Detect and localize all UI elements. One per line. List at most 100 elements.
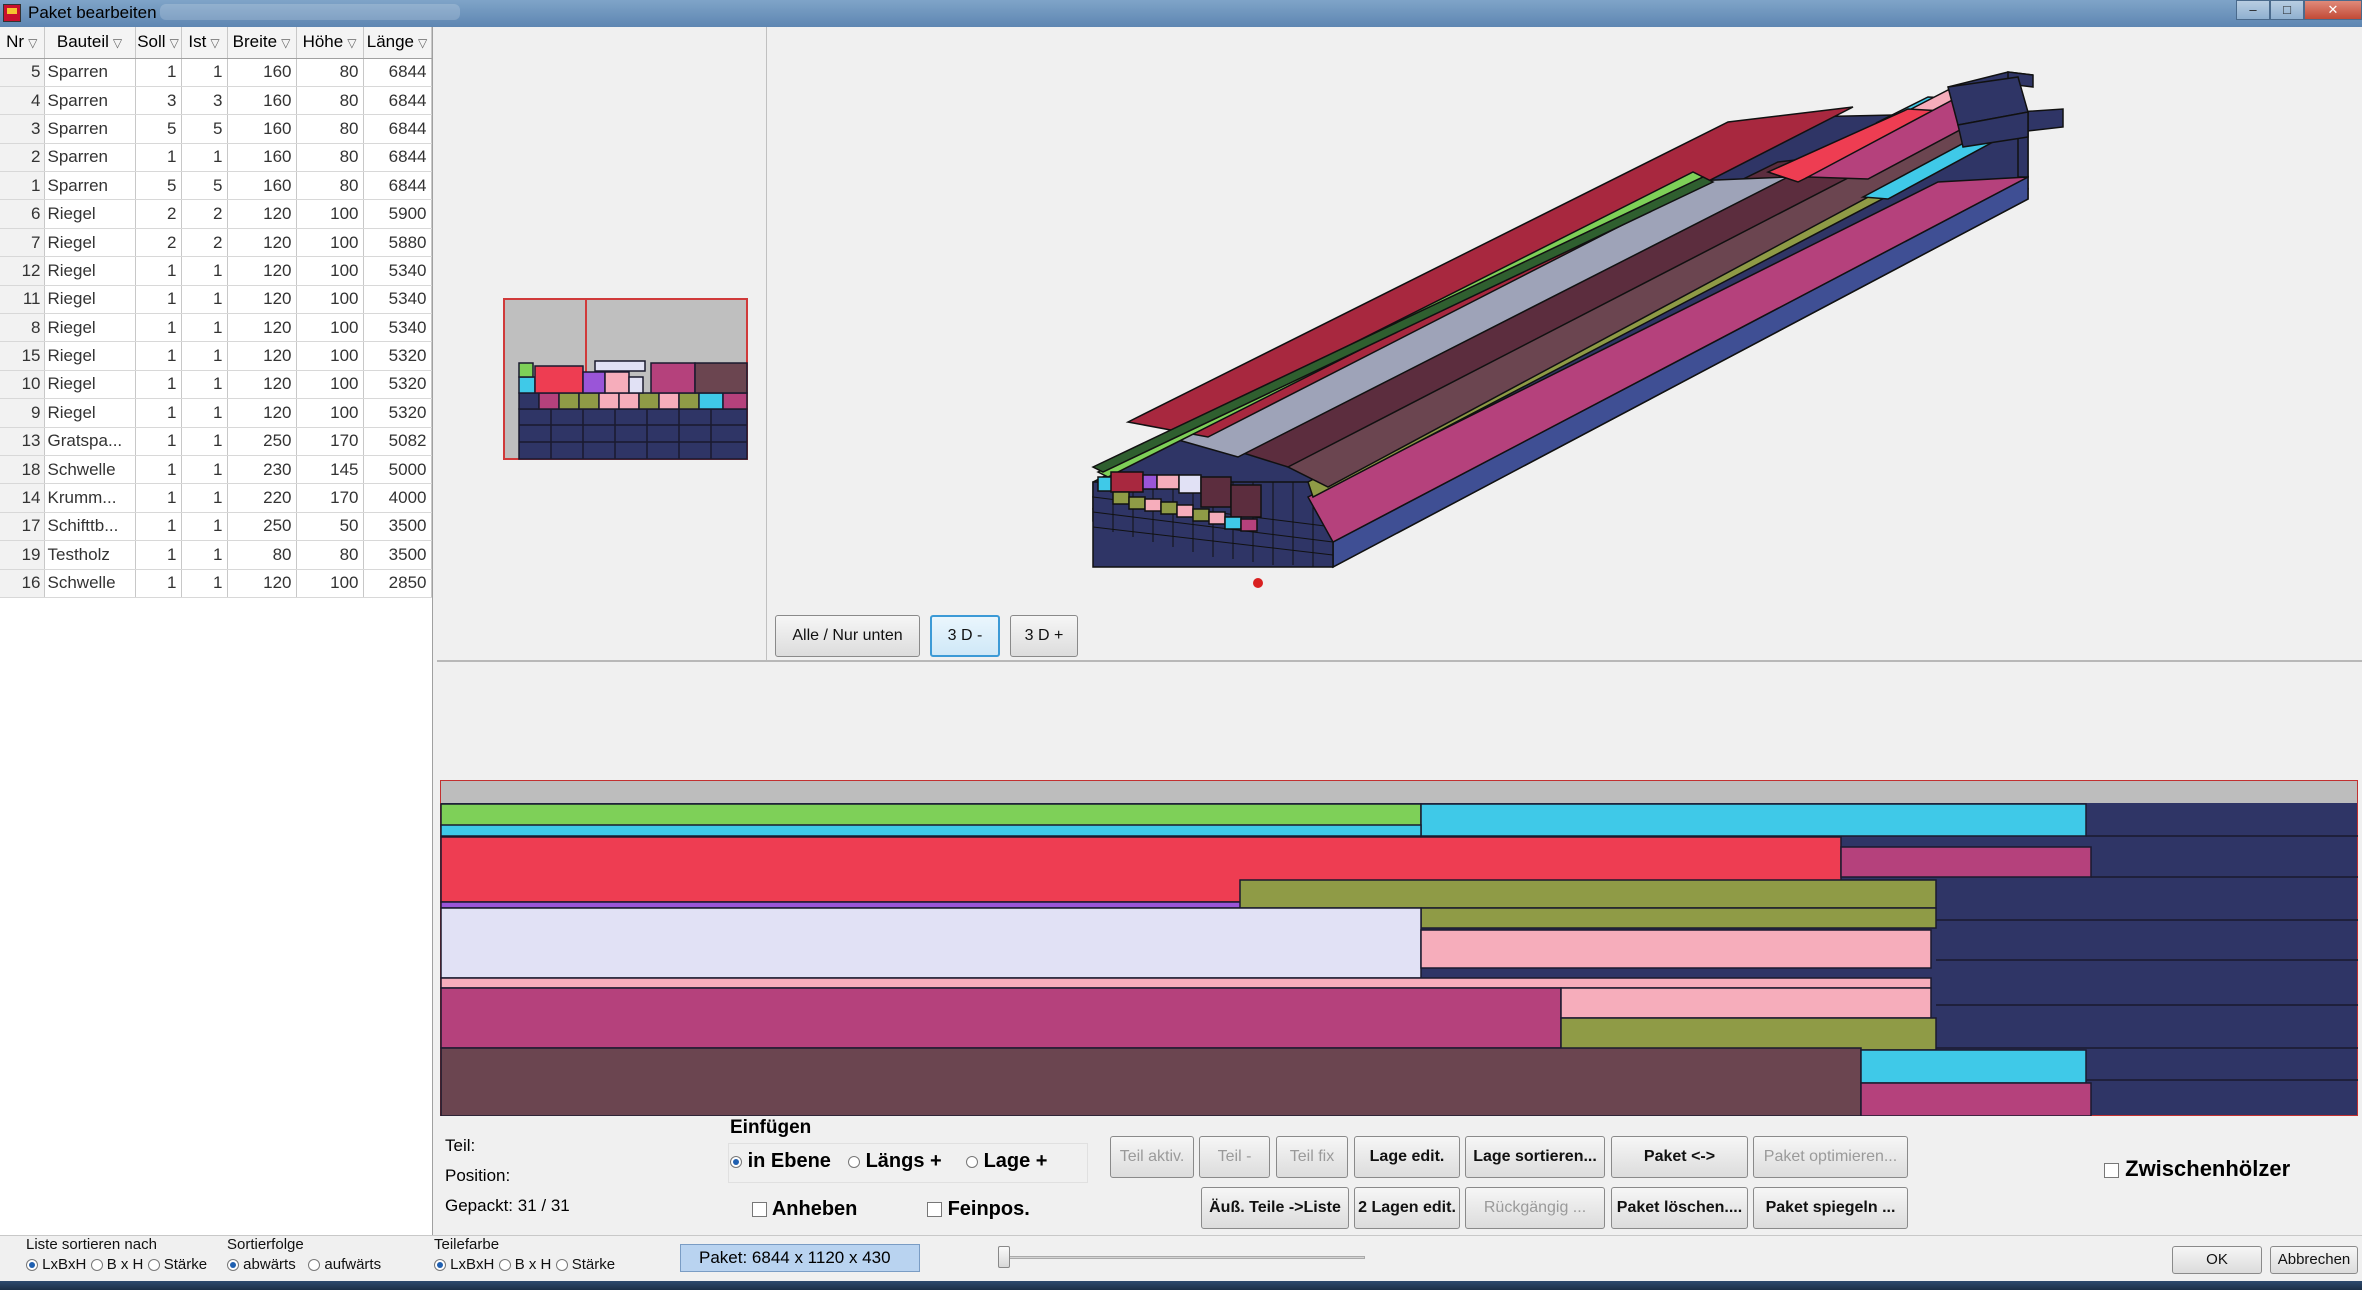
table-cell: 1 bbox=[135, 58, 182, 87]
paket-swap-button[interactable]: Paket <-> bbox=[1611, 1136, 1748, 1178]
column-header-3[interactable]: Ist ▽ bbox=[181, 27, 228, 59]
sortierfolge-title: Sortierfolge bbox=[227, 1236, 304, 1253]
layer-top-view-canvas[interactable] bbox=[439, 779, 2359, 1117]
table-row[interactable]: 2 Sparren 1 1 160 80 6844 bbox=[0, 143, 432, 173]
layer-top-view[interactable] bbox=[439, 779, 2359, 1117]
radio-laengs[interactable] bbox=[848, 1155, 860, 1168]
table-cell: 100 bbox=[296, 285, 364, 315]
3d-view[interactable]: Alle / Nur unten 3 D - 3 D + bbox=[768, 27, 2362, 660]
anheben-checkbox[interactable] bbox=[752, 1202, 767, 1218]
table-cell: 12 bbox=[0, 256, 45, 286]
3d-plus-button[interactable]: 3 D + bbox=[1010, 615, 1078, 657]
zoom-slider-track[interactable] bbox=[1000, 1256, 1365, 1259]
zwei-lagen-edit-button[interactable]: 2 Lagen edit. bbox=[1354, 1187, 1460, 1229]
sort-arrow-icon[interactable]: ▽ bbox=[113, 36, 122, 50]
sortierfolge-radio-aufwaerts[interactable] bbox=[308, 1259, 321, 1272]
rueckgaengig-button[interactable]: Rückgängig ... bbox=[1465, 1187, 1605, 1229]
close-button[interactable]: ✕ bbox=[2304, 0, 2362, 20]
column-header-6[interactable]: Länge ▽ bbox=[363, 27, 432, 59]
einfuegen-laengs-option[interactable]: Längs + bbox=[848, 1150, 942, 1173]
column-header-1[interactable]: Bauteil ▽ bbox=[44, 27, 136, 59]
table-row[interactable]: 1 Sparren 5 5 160 80 6844 bbox=[0, 171, 432, 201]
sort-arrow-icon[interactable]: ▽ bbox=[210, 36, 219, 50]
parts-table-panel: Nr ▽ Bauteil ▽ Soll ▽ Ist ▽ Breite ▽ Höhe ▽ Länge ▽ 5… bbox=[0, 27, 433, 1235]
abbrechen-button[interactable]: Abbrechen bbox=[2270, 1246, 2358, 1274]
table-cell: 19 bbox=[0, 540, 45, 570]
sort-arrow-icon[interactable]: ▽ bbox=[28, 36, 37, 50]
teilefarbe-radio-bxh[interactable] bbox=[498, 1259, 511, 1272]
table-cell: 2850 bbox=[363, 569, 432, 598]
zoom-slider-thumb[interactable] bbox=[998, 1246, 1010, 1268]
table-cell: 80 bbox=[296, 171, 364, 201]
horizontal-splitter[interactable] bbox=[437, 660, 2362, 662]
table-cell: 100 bbox=[296, 569, 364, 598]
table-cell: 1 bbox=[181, 455, 228, 485]
einfuegen-ebene-option[interactable]: in Ebene bbox=[730, 1150, 831, 1173]
zwischenhoelzer-row[interactable]: Zwischenhölzer bbox=[2104, 1156, 2290, 1182]
table-row[interactable]: 10 Riegel 1 1 120 100 5320 bbox=[0, 370, 432, 400]
anheben-checkbox-row[interactable]: Anheben bbox=[752, 1198, 857, 1221]
radio-ebene[interactable] bbox=[730, 1155, 742, 1168]
zwischenhoelzer-checkbox[interactable] bbox=[2104, 1162, 2119, 1178]
einfuegen-lage-option[interactable]: Lage + bbox=[966, 1150, 1047, 1173]
teilefarbe-radio-lxbxh[interactable] bbox=[434, 1259, 446, 1272]
table-row[interactable]: 7 Riegel 2 2 120 100 5880 bbox=[0, 228, 432, 258]
teil-fix-button[interactable]: Teil fix bbox=[1276, 1136, 1348, 1178]
table-row[interactable]: 16 Schwelle 1 1 120 100 2850 bbox=[0, 569, 432, 598]
maximize-button[interactable]: □ bbox=[2270, 0, 2304, 20]
alle-nur-unten-button[interactable]: Alle / Nur unten bbox=[775, 615, 920, 657]
feinpos-checkbox[interactable] bbox=[927, 1202, 942, 1218]
table-cell: 1 bbox=[135, 483, 182, 513]
paket-optimieren-button[interactable]: Paket optimieren... bbox=[1753, 1136, 1908, 1178]
column-header-5[interactable]: Höhe ▽ bbox=[296, 27, 364, 59]
table-row[interactable]: 13 Gratspa... 1 1 250 170 5082 bbox=[0, 427, 432, 456]
aeussere-teile-liste-button[interactable]: Äuß. Teile ->Liste bbox=[1201, 1187, 1349, 1229]
cross-section-preview[interactable] bbox=[437, 27, 767, 660]
table-row[interactable]: 18 Schwelle 1 1 230 145 5000 bbox=[0, 455, 432, 485]
table-row[interactable]: 9 Riegel 1 1 120 100 5320 bbox=[0, 398, 432, 428]
teil-minus-button[interactable]: Teil - bbox=[1199, 1136, 1270, 1178]
3d-package-render[interactable] bbox=[768, 27, 2362, 660]
sort-arrow-icon[interactable]: ▽ bbox=[347, 36, 356, 50]
3d-minus-button[interactable]: 3 D - bbox=[930, 615, 1000, 657]
table-cell: 160 bbox=[227, 171, 297, 201]
table-row[interactable]: 14 Krumm... 1 1 220 170 4000 bbox=[0, 483, 432, 513]
table-row[interactable]: 12 Riegel 1 1 120 100 5340 bbox=[0, 256, 432, 286]
sort-radio-staerke[interactable] bbox=[147, 1259, 160, 1272]
lage-sortieren-button[interactable]: Lage sortieren... bbox=[1465, 1136, 1605, 1178]
sort-arrow-icon[interactable]: ▽ bbox=[418, 36, 427, 50]
column-header-2[interactable]: Soll ▽ bbox=[135, 27, 182, 59]
minimize-button[interactable]: – bbox=[2236, 0, 2270, 20]
sortierfolge-radio-abwaerts[interactable] bbox=[227, 1259, 239, 1272]
table-row[interactable]: 3 Sparren 5 5 160 80 6844 bbox=[0, 114, 432, 144]
table-row[interactable]: 17 Schifttb... 1 1 250 50 3500 bbox=[0, 512, 432, 542]
table-row[interactable]: 5 Sparren 1 1 160 80 6844 bbox=[0, 58, 432, 87]
sort-radio-bxh[interactable] bbox=[90, 1259, 103, 1272]
feinpos-checkbox-row[interactable]: Feinpos. bbox=[927, 1198, 1030, 1221]
table-row[interactable]: 15 Riegel 1 1 120 100 5320 bbox=[0, 341, 432, 371]
table-cell: 120 bbox=[227, 256, 297, 286]
table-cell: 5 bbox=[181, 114, 228, 144]
radio-lage[interactable] bbox=[966, 1155, 978, 1168]
sort-option-bxh-label: B x H bbox=[106, 1256, 144, 1273]
table-row[interactable]: 6 Riegel 2 2 120 100 5900 bbox=[0, 199, 432, 229]
sort-arrow-icon[interactable]: ▽ bbox=[281, 36, 290, 50]
teilefarbe-radio-staerke[interactable] bbox=[555, 1259, 568, 1272]
table-row[interactable]: 8 Riegel 1 1 120 100 5340 bbox=[0, 313, 432, 343]
column-header-0[interactable]: Nr ▽ bbox=[0, 27, 45, 59]
table-row[interactable]: 19 Testholz 1 1 80 80 3500 bbox=[0, 540, 432, 570]
table-row[interactable]: 4 Sparren 3 3 160 80 6844 bbox=[0, 86, 432, 116]
table-row[interactable]: 11 Riegel 1 1 120 100 5340 bbox=[0, 285, 432, 315]
sort-arrow-icon[interactable]: ▽ bbox=[170, 36, 179, 50]
lage-edit-button[interactable]: Lage edit. bbox=[1354, 1136, 1460, 1178]
column-header-4[interactable]: Breite ▽ bbox=[227, 27, 297, 59]
table-cell: Sparren bbox=[44, 143, 136, 173]
paket-loeschen-button[interactable]: Paket löschen.... bbox=[1611, 1187, 1748, 1229]
paket-spiegeln-button[interactable]: Paket spiegeln ... bbox=[1753, 1187, 1908, 1229]
sort-radio-lxbxh[interactable] bbox=[26, 1259, 38, 1272]
table-cell: 5880 bbox=[363, 228, 432, 258]
table-cell: 10 bbox=[0, 370, 45, 400]
teil-aktiv-button[interactable]: Teil aktiv. bbox=[1110, 1136, 1194, 1178]
ok-button[interactable]: OK bbox=[2172, 1246, 2262, 1274]
table-cell: 6844 bbox=[363, 58, 432, 87]
